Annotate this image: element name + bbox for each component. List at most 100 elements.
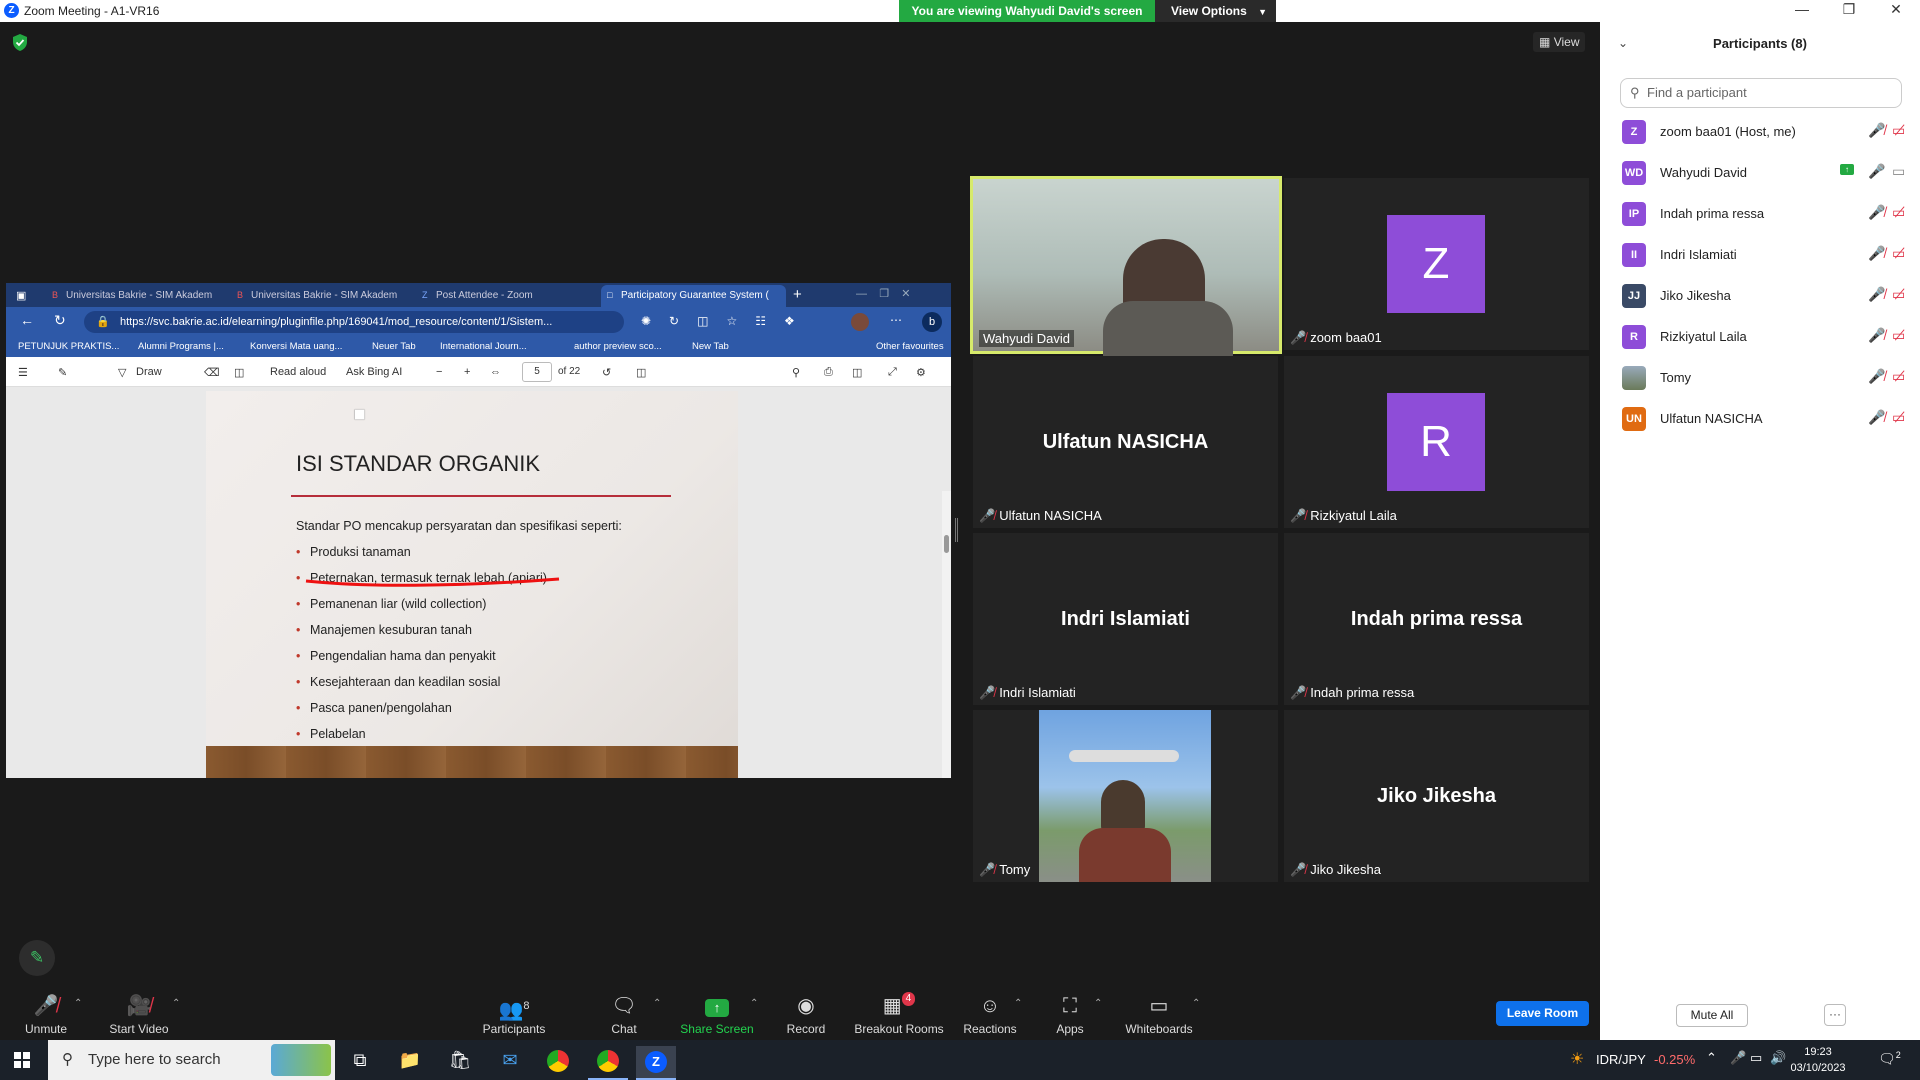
view-button[interactable]: ▦ View [1533,32,1586,52]
participants-button[interactable]: 👥8 Participants [478,984,550,1040]
share-screen-button[interactable]: ↑ Share Screen [680,984,754,1040]
video-on-icon[interactable]: ▭ [1892,163,1905,180]
read-aloud-button[interactable]: Read aloud [270,366,326,378]
network-icon[interactable]: ▭ [1750,1050,1762,1066]
shared-screen[interactable]: ▣ B Universitas Bakrie - SIM Akadem B Univ… [6,283,951,778]
fullscreen-icon[interactable]: ⤢ [888,366,897,379]
tray-chevron-icon[interactable]: ⌃ [1706,1050,1717,1066]
participant-row[interactable]: II Indri Islamiati 🎤̸ ▭̸ [1600,234,1920,275]
apps-button[interactable]: ⛶ Apps [1050,984,1090,1040]
taskbar-search-input[interactable]: ⚲ Type here to search [48,1040,335,1080]
browser-tab[interactable]: B Universitas Bakrie - SIM Akadem [231,285,411,307]
reactions-button[interactable]: ☺ Reactions [962,984,1018,1040]
participant-search-input[interactable]: ⚲ Find a participant [1620,78,1902,108]
audio-options-caret-icon[interactable]: ⌃ [74,998,82,1009]
participant-row[interactable]: R Rizkiyatul Laila 🎤̸ ▭̸ [1600,316,1920,357]
split-resize-handle[interactable] [955,518,958,542]
more-options-button[interactable]: ··· [1824,1004,1846,1026]
pdf-viewer[interactable]: ISI STANDAR ORGANIK Standar PO mencakup … [6,387,951,778]
window-controls-icon[interactable]: — ❐ ✕ [856,287,911,300]
share-options-caret-icon[interactable]: ⌃ [750,998,758,1009]
bing-icon[interactable]: b [922,312,942,332]
record-button[interactable]: ◉ Record [784,984,828,1040]
system-clock[interactable]: 19:23 03/10/2023 [1788,1044,1848,1076]
new-tab-icon[interactable]: + [793,286,802,303]
bookmark-item[interactable]: author preview sco... [574,341,662,352]
store-icon[interactable]: 🛍 [440,1046,480,1080]
participant-row[interactable]: Z zoom baa01 (Host, me) 🎤̸ ▭̸ [1600,111,1920,152]
muted-mic-icon[interactable]: 🎤̸ [1868,204,1885,221]
video-tile-tomy[interactable]: 🎤̸ Tomy [973,710,1278,882]
participant-row[interactable]: Tomy 🎤̸ ▭̸ [1600,357,1920,398]
settings-icon[interactable]: ⚙ [916,366,926,379]
bookmark-item[interactable]: PETUNJUK PRAKTIS... [18,341,119,352]
video-off-icon[interactable]: ▭̸ [1892,368,1905,385]
video-off-icon[interactable]: ▭̸ [1892,286,1905,303]
participant-row[interactable]: UN Ulfatun NASICHA 🎤̸ ▭̸ [1600,398,1920,439]
refresh-icon[interactable]: ↻ [54,312,66,329]
video-off-icon[interactable]: ▭̸ [1892,409,1905,426]
eraser-icon[interactable]: ⌫ [204,366,220,379]
start-video-button[interactable]: 🎥̸ Start Video [104,984,174,1040]
zoom-out-icon[interactable]: − [436,366,442,378]
tab-actions-icon[interactable]: ▣ [16,289,26,302]
ticker-name[interactable]: IDR/JPY [1596,1052,1646,1067]
chat-button[interactable]: 🗨 Chat [604,984,644,1040]
save-icon[interactable]: ◫ [852,366,862,379]
video-off-icon[interactable]: ▭̸ [1892,245,1905,262]
muted-mic-icon[interactable]: 🎤̸ [1868,122,1885,139]
unmute-button[interactable]: 🎤̸ Unmute [18,984,74,1040]
apps-caret-icon[interactable]: ⌃ [1094,998,1102,1009]
reactions-caret-icon[interactable]: ⌃ [1014,998,1022,1009]
muted-mic-icon[interactable]: 🎤̸ [1868,245,1885,262]
chat-options-caret-icon[interactable]: ⌃ [653,998,661,1009]
page-number-input[interactable]: 5 [522,362,552,382]
contents-icon[interactable]: ☰ [18,366,28,379]
bookmark-item[interactable]: Konversi Mata uang... [250,341,342,352]
chrome-icon[interactable] [538,1046,578,1080]
url-field[interactable]: 🔒 https://svc.bakrie.ac.id/elearning/plug… [84,311,624,333]
video-tile-ulfatun-nasicha[interactable]: Ulfatun NASICHA 🎤̸ Ulfatun NASICHA [973,356,1278,528]
breakout-rooms-button[interactable]: ▦ 4 Breakout Rooms [852,984,946,1040]
microphone-icon[interactable]: 🎤 [1730,1050,1746,1066]
video-tile-wahyudi-david[interactable]: Wahyudi David [970,176,1282,357]
mute-all-button[interactable]: Mute All [1676,1004,1748,1027]
video-tile-indri-islamiati[interactable]: Indri Islamiati 🎤̸ Indri Islamiati [973,533,1278,705]
muted-mic-icon[interactable]: 🎤̸ [1868,286,1885,303]
bookmark-item[interactable]: Neuer Tab [372,341,416,352]
participant-row[interactable]: IP Indah prima ressa 🎤̸ ▭̸ [1600,193,1920,234]
video-off-icon[interactable]: ▭̸ [1892,204,1905,221]
video-tile-indah-prima-ressa[interactable]: Indah prima ressa 🎤̸ Indah prima ressa [1284,533,1589,705]
restore-icon[interactable]: ❐ [1829,1,1869,18]
encryption-shield-icon[interactable] [12,34,28,51]
draw-button[interactable]: Draw [136,366,162,378]
chrome-profile-icon[interactable] [588,1046,628,1080]
fit-width-icon[interactable]: ⇔ [490,366,501,378]
search-icon[interactable]: ⚲ [792,366,800,379]
browser-actions-icon[interactable]: ✺↻◫☆☷❖ [641,314,813,328]
pdf-scroll-thumb[interactable] [944,535,949,553]
bookmark-item[interactable]: International Journ... [440,341,527,352]
view-options-button[interactable]: View Options ▼ [1155,0,1276,22]
annotate-pencil-icon[interactable]: ✎ [19,940,55,976]
participant-row[interactable]: JJ Jiko Jikesha 🎤̸ ▭̸ [1600,275,1920,316]
zoom-taskbar-icon[interactable]: Z [636,1046,676,1080]
notifications-icon[interactable]: 🗨2 [1878,1050,1901,1068]
print-icon[interactable]: ⎙ [824,366,833,379]
volume-icon[interactable]: 🔊 [1770,1050,1786,1066]
video-tile-rizkiyatul-laila[interactable]: R 🎤̸ Rizkiyatul Laila [1284,356,1589,528]
bookmark-item[interactable]: Alumni Programs |... [138,341,224,352]
video-off-icon[interactable]: ▭̸ [1892,122,1905,139]
muted-mic-icon[interactable]: 🎤̸ [1868,368,1885,385]
rotate-icon[interactable]: ↺ [602,366,611,379]
windows-start-icon[interactable] [14,1052,30,1068]
close-icon[interactable]: ✕ [1876,1,1916,18]
back-icon[interactable]: ← [20,312,34,328]
page-view-icon[interactable]: ◫ [234,366,244,379]
whiteboards-button[interactable]: ▭ Whiteboards [1124,984,1194,1040]
bookmark-item[interactable]: Other favourites [876,341,944,352]
leave-room-button[interactable]: Leave Room [1496,1001,1589,1026]
muted-mic-icon[interactable]: 🎤̸ [1868,409,1885,426]
profile-avatar[interactable] [851,313,869,331]
mic-icon[interactable]: 🎤 [1868,163,1885,180]
